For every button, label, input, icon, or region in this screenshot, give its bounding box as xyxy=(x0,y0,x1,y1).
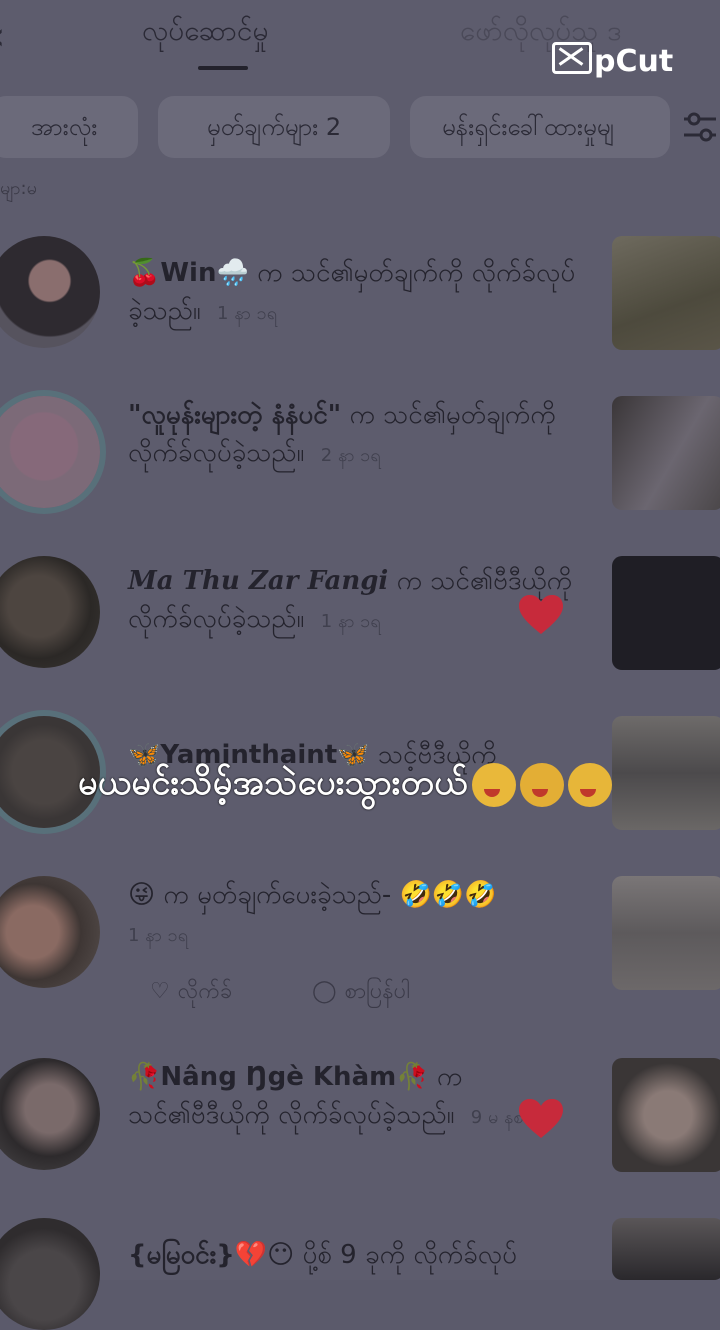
video-thumbnail[interactable] xyxy=(612,236,720,350)
timestamp: 1 နာ ၁ရ xyxy=(320,611,381,632)
heart-icon xyxy=(519,1099,563,1138)
avatar[interactable] xyxy=(0,876,100,988)
avatar[interactable] xyxy=(0,236,100,348)
user-name[interactable]: {မမြဝင်း}💔😶 xyxy=(128,1240,294,1270)
reply-button[interactable]: ◯ စာပြန်ပါ xyxy=(312,976,410,1009)
filter-chip-row: အားလုံး မှတ်ချက်များ 2 မန်းရှင်းခေါ်ထားမ… xyxy=(0,96,720,162)
notification-text: 🥀Nâng Ŋgè Khàm🥀 က သင်၏ဗီဒီယိုကို လိုက်ခ်… xyxy=(128,1058,578,1137)
notification-row[interactable]: "လူမုန်းများတဲ့ နံနံပင်" က သင်၏မှတ်ချက်က… xyxy=(0,396,720,536)
video-thumbnail[interactable] xyxy=(612,1058,720,1172)
video-caption-overlay: မယမင်းသိမ့်အသဲပေးသွားတယ် xyxy=(78,760,612,811)
filter-chip-all[interactable]: အားလုံး xyxy=(0,96,138,158)
avatar[interactable] xyxy=(0,1058,100,1170)
notification-text: {မမြဝင်း}💔😶 ပို့စ် 9 ခုကို လိုက်ခ်လုပ် xyxy=(128,1236,578,1274)
user-name[interactable]: 🍒Win🌧️ xyxy=(128,258,249,288)
heart-icon xyxy=(519,595,563,634)
timestamp: 1 နာ ၁ရ xyxy=(128,925,189,946)
user-name[interactable]: "လူမုန်းများတဲ့ နံနံပင်" xyxy=(128,400,341,430)
sliders-icon[interactable] xyxy=(682,110,718,144)
video-thumbnail[interactable] xyxy=(612,876,720,990)
zany-face-emoji-icon xyxy=(471,762,516,807)
back-chevron-icon[interactable]: ‹ xyxy=(0,14,5,58)
watermark-text: pCut xyxy=(594,44,674,79)
user-name[interactable]: 😜 xyxy=(128,880,155,910)
avatar[interactable] xyxy=(0,556,100,668)
like-label: လိုက်ခ် xyxy=(177,979,233,1004)
filter-chip-mentions[interactable]: မန်းရှင်းခေါ်ထားမှုမျ xyxy=(410,96,670,158)
notification-row[interactable]: {မမြဝင်း}💔😶 ပို့စ် 9 ခုကို လိုက်ခ်လုပ် xyxy=(0,1218,720,1330)
timestamp: 9 မ နစ xyxy=(470,1107,524,1128)
activity-screen: ‹ လုပ်ဆောင်မှု ဖော်လိုလုပ်သူ ဒ pCut အားလ… xyxy=(0,0,720,1330)
smiling-face-emoji-icon xyxy=(567,762,612,807)
user-name[interactable]: Ma Thu Zar Fangi xyxy=(128,566,388,596)
avatar[interactable] xyxy=(0,396,100,508)
filter-chip-comments[interactable]: မှတ်ချက်များ 2 xyxy=(158,96,390,158)
notification-text: "လူမုန်းများတဲ့ နံနံပင်" က သင်၏မှတ်ချက်က… xyxy=(128,396,578,475)
tab-activity[interactable]: လုပ်ဆောင်မှု xyxy=(142,12,268,54)
video-thumbnail[interactable] xyxy=(612,716,720,830)
like-comment-button[interactable]: ♡ လိုက်ခ် xyxy=(150,976,232,1009)
active-tab-indicator xyxy=(198,66,248,70)
notification-message: က မှတ်ချက်ပေးခဲ့သည်- 🤣🤣🤣 xyxy=(163,880,497,910)
caption-text: မယမင်းသိမ့်အသဲပေးသွားတယ် xyxy=(78,763,468,803)
heart-outline-icon: ♡ xyxy=(150,979,170,1004)
capcut-logo-icon xyxy=(552,42,592,74)
speech-bubble-icon: ◯ xyxy=(312,979,337,1004)
notification-text: 🍒Win🌧️ က သင်၏မှတ်ချက်ကို လိုက်ခ်လုပ်ခဲ့သ… xyxy=(128,254,578,333)
timestamp: 1 နာ ၁ရ xyxy=(217,303,278,324)
video-thumbnail[interactable] xyxy=(612,556,720,670)
notification-row[interactable]: 😜 က မှတ်ချက်ပေးခဲ့သည်- 🤣🤣🤣 1 နာ ၁ရ ♡ လိုက… xyxy=(0,876,720,1036)
notification-row[interactable]: 🥀Nâng Ŋgè Khàm🥀 က သင်၏ဗီဒီယိုကို လိုက်ခ်… xyxy=(0,1058,720,1198)
hand-over-mouth-emoji-icon xyxy=(519,762,564,807)
notification-row[interactable]: Ma Thu Zar Fangi က သင်၏ဗီဒီယိုကို လိုက်ခ… xyxy=(0,556,720,696)
capcut-watermark: pCut xyxy=(552,42,673,79)
notification-text: 😜 က မှတ်ချက်ပေးခဲ့သည်- 🤣🤣🤣 1 နာ ၁ရ xyxy=(128,876,578,955)
timestamp: 2 နာ ၁ရ xyxy=(320,445,381,466)
reply-label: စာပြန်ပါ xyxy=(344,979,411,1004)
notification-row[interactable]: 🍒Win🌧️ က သင်၏မှတ်ချက်ကို လိုက်ခ်လုပ်ခဲ့သ… xyxy=(0,236,720,376)
section-header-peek: မျာ:မ xyxy=(0,178,37,199)
avatar[interactable] xyxy=(0,1218,100,1330)
notification-text: Ma Thu Zar Fangi က သင်၏ဗီဒီယိုကို လိုက်ခ… xyxy=(128,562,578,641)
video-thumbnail[interactable] xyxy=(612,396,720,510)
video-thumbnail[interactable] xyxy=(612,1218,720,1280)
user-name[interactable]: 🥀Nâng Ŋgè Khàm🥀 xyxy=(128,1062,429,1092)
notification-message: ပို့စ် 9 ခုကို လိုက်ခ်လုပ် xyxy=(302,1240,517,1270)
